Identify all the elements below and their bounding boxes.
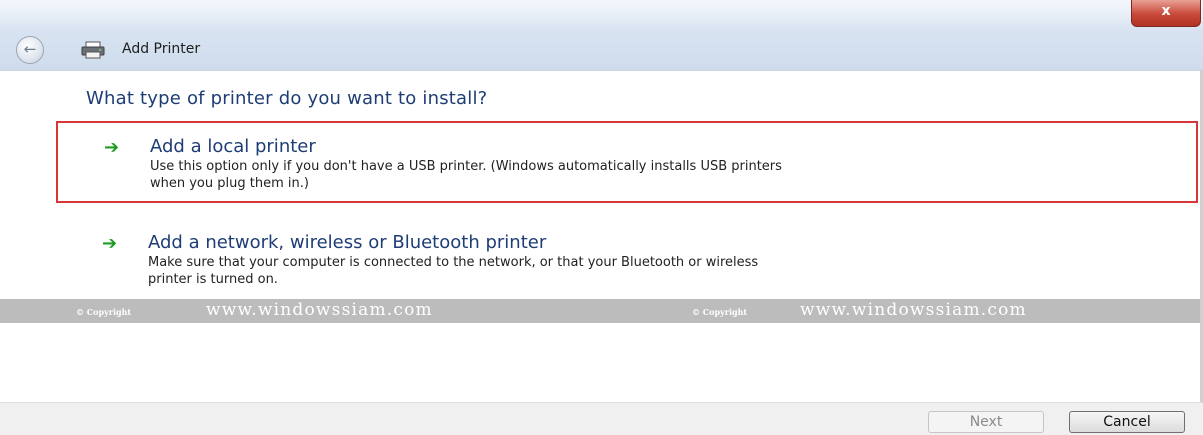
green-arrow-icon: ➔ [104,137,120,158]
option-description: Use this option only if you don't have a… [150,158,1150,192]
close-button[interactable]: x [1131,0,1201,27]
green-arrow-icon: ➔ [102,233,118,254]
watermark-url: www.windowssiam.com [206,300,433,320]
next-button[interactable]: Next [928,411,1044,433]
page-heading: What type of printer do you want to inst… [86,88,488,109]
option-local-printer[interactable]: ➔ Add a local printer Use this option on… [56,121,1198,203]
back-button[interactable]: ← [16,36,44,64]
title-bar-gloss [0,0,1203,30]
watermark-copyright: © Copyright [692,307,748,317]
watermark-url: www.windowssiam.com [800,300,1027,320]
watermark-band: © Copyright www.windowssiam.com © Copyri… [0,299,1203,323]
close-icon: x [1161,3,1171,19]
option-title: Add a network, wireless or Bluetooth pri… [148,232,547,253]
watermark-copyright: © Copyright [76,307,132,317]
back-arrow-icon: ← [23,40,37,58]
option-description-line: Use this option only if you don't have a… [150,159,782,174]
window-title: Add Printer [122,41,201,57]
option-description-line: printer is turned on. [148,272,278,287]
option-title: Add a local printer [150,136,316,157]
printer-icon [81,41,105,59]
option-network-printer[interactable]: ➔ Add a network, wireless or Bluetooth p… [56,220,1198,296]
option-description-line: when you plug them in.) [150,176,309,191]
title-bar: x ← Add Printer [0,0,1203,71]
option-description-line: Make sure that your computer is connecte… [148,255,759,270]
cancel-button[interactable]: Cancel [1069,411,1185,433]
option-description: Make sure that your computer is connecte… [148,254,1148,288]
